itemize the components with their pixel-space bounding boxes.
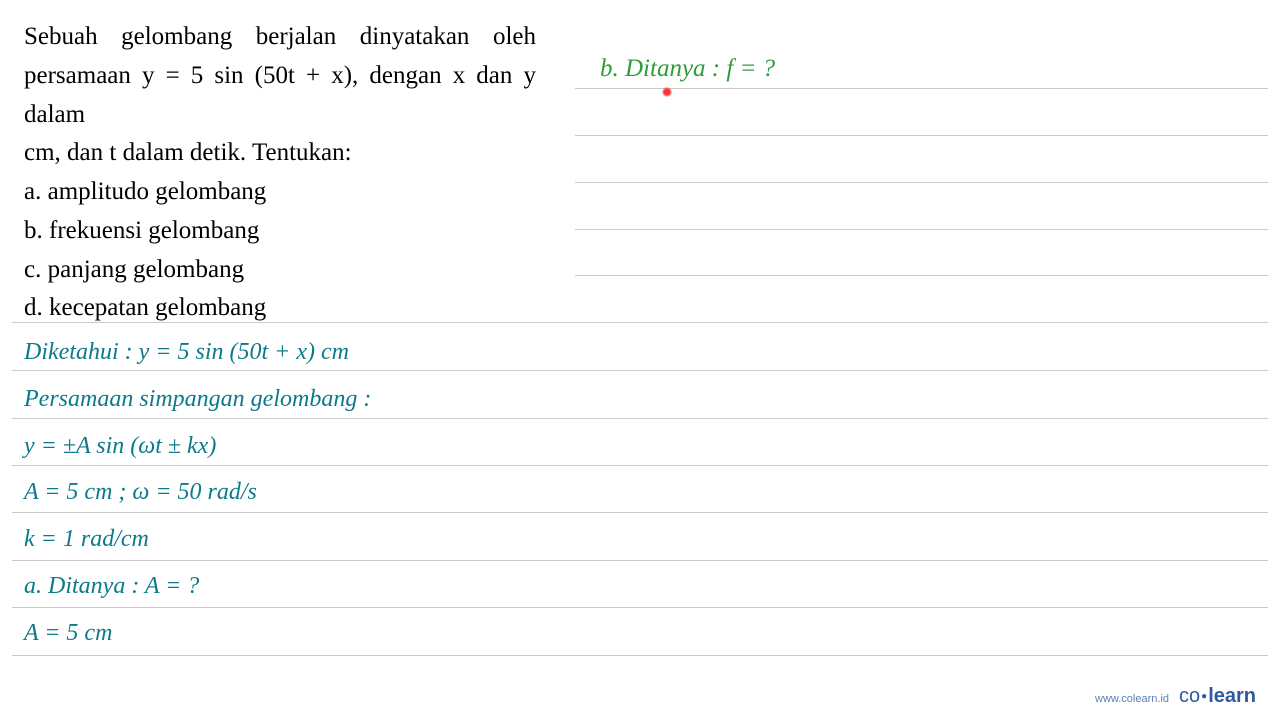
- problem-statement: Sebuah gelombang berjalan dinyatakan ole…: [0, 0, 560, 328]
- solution-line-6: a. Ditanya : A = ?: [24, 563, 1256, 610]
- pointer-dot-icon: [662, 87, 672, 97]
- problem-item-b: b. frekuensi gelombang: [24, 212, 536, 251]
- problem-item-d: d. kecepatan gelombang: [24, 289, 536, 328]
- solution-line-3: y = ±A sin (ωt ± kx): [24, 423, 1256, 470]
- footer-logo: co●learn: [1179, 685, 1256, 708]
- solution-line-7: A = 5 cm: [24, 610, 1256, 657]
- footer-branding: www.colearn.id co●learn: [1095, 685, 1256, 708]
- solution-line-2: Persamaan simpangan gelombang :: [24, 376, 1256, 423]
- problem-item-c: c. panjang gelombang: [24, 251, 536, 290]
- problem-intro-2: persamaan y = 5 sin (50t + x), dengan x …: [24, 57, 536, 135]
- footer-url: www.colearn.id: [1095, 693, 1169, 705]
- annotation-part-b: b. Ditanya : f = ?: [600, 55, 775, 83]
- solution-line-1: Diketahui : y = 5 sin (50t + x) cm: [24, 329, 1256, 376]
- problem-intro-1: Sebuah gelombang berjalan dinyatakan ole…: [24, 18, 536, 57]
- solution-line-4: A = 5 cm ; ω = 50 rad/s: [24, 469, 1256, 516]
- solution-line-5: k = 1 rad/cm: [24, 516, 1256, 563]
- problem-intro-3: cm, dan t dalam detik. Tentukan:: [24, 134, 536, 173]
- dot-separator-icon: ●: [1200, 691, 1208, 702]
- solution-section: Diketahui : y = 5 sin (50t + x) cm Persa…: [24, 329, 1256, 657]
- problem-item-a: a. amplitudo gelombang: [24, 173, 536, 212]
